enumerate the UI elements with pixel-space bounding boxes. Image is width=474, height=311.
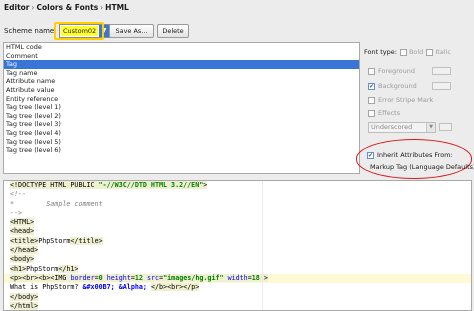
background-option: ✔ Background: [368, 82, 417, 90]
list-item[interactable]: Comment: [4, 52, 359, 61]
code-line[interactable]: <!DOCTYPE HTML PUBLIC "-//W3C//DTD HTML …: [4, 181, 471, 190]
foreground-label: Foreground: [378, 67, 416, 75]
code-line[interactable]: <h1>PhpStorm</h1>: [4, 264, 471, 274]
inherit-source-link[interactable]: Markup Tag (Language Defaults): [370, 163, 474, 171]
save-as-button[interactable]: Save As...: [109, 24, 154, 38]
error-stripe-checkbox[interactable]: [368, 96, 375, 104]
editor-lines: <!DOCTYPE HTML PUBLIC "-//W3C//DTD HTML …: [4, 181, 471, 310]
list-item[interactable]: Tag name: [4, 69, 359, 78]
list-item[interactable]: Entity reference: [4, 95, 359, 104]
code-line[interactable]: <head>: [4, 227, 471, 236]
background-color-swatch[interactable]: [432, 82, 451, 90]
chevron-down-icon[interactable]: ▼: [426, 123, 435, 132]
effect-color-swatch[interactable]: [439, 123, 452, 131]
background-label: Background: [378, 82, 417, 90]
code-line[interactable]: <body>: [4, 255, 471, 264]
list-item[interactable]: Attribute value: [4, 86, 359, 95]
effects-checkbox[interactable]: [368, 109, 375, 117]
breadcrumb-colors-fonts[interactable]: Colors & Fonts: [37, 3, 99, 12]
code-line[interactable]: What is PhpStorm? &#x00B7; &Alpha; </b><…: [4, 283, 471, 292]
right-margin-guide: [262, 181, 263, 310]
list-item[interactable]: Attribute name: [4, 77, 359, 86]
list-item[interactable]: Tag tree (level 1): [4, 103, 359, 112]
effect-type-select[interactable]: Underscored ▼: [368, 122, 436, 133]
code-line[interactable]: * Sample comment: [4, 200, 471, 209]
inherit-attributes-label: Inherit Attributes From:: [377, 151, 453, 159]
attributes-list[interactable]: HTML code Comment Tag Tag name Attribute…: [3, 42, 360, 174]
code-line[interactable]: <!--: [4, 190, 471, 199]
list-item-selected[interactable]: Tag: [4, 60, 359, 69]
list-item[interactable]: Tag tree (level 2): [4, 112, 359, 121]
attribute-options-panel: Font type: Bold Italic Foreground ✔ Back…: [364, 48, 470, 133]
code-line[interactable]: </head>: [4, 246, 471, 255]
error-stripe-label: Error Stripe Mark: [378, 96, 434, 104]
list-item[interactable]: Tag tree (level 3): [4, 120, 359, 129]
scheme-highlight-annotation: [54, 22, 104, 40]
breadcrumb-html: HTML: [105, 3, 129, 12]
effects-option: Effects: [368, 109, 400, 117]
foreground-checkbox[interactable]: [368, 67, 375, 75]
code-line[interactable]: <HTML>: [4, 218, 471, 227]
scheme-name-label: Scheme name:: [4, 27, 57, 35]
code-line[interactable]: -->: [4, 209, 471, 218]
code-line[interactable]: </html>: [4, 301, 471, 310]
foreground-color-swatch[interactable]: [432, 67, 451, 75]
inherit-attributes-checkbox[interactable]: ✔: [367, 151, 374, 159]
list-item[interactable]: Tag tree (level 4): [4, 129, 359, 138]
breadcrumb-editor[interactable]: Editor: [4, 3, 30, 12]
preview-editor[interactable]: <!DOCTYPE HTML PUBLIC "-//W3C//DTD HTML …: [3, 180, 472, 311]
error-stripe-option: Error Stripe Mark: [368, 96, 433, 104]
list-item[interactable]: Tag tree (level 5): [4, 138, 359, 147]
font-type-label: Font type:: [364, 48, 397, 56]
foreground-option: Foreground: [368, 67, 415, 75]
effect-type-value: Underscored: [371, 123, 413, 131]
list-item[interactable]: Tag tree (level 6): [4, 146, 359, 155]
effects-label: Effects: [378, 109, 401, 117]
breadcrumb-separator: ›: [100, 3, 104, 12]
bold-label: Bold: [408, 48, 424, 56]
breadcrumb: Editor › Colors & Fonts › HTML: [4, 3, 129, 12]
bold-checkbox[interactable]: [399, 48, 407, 56]
background-checkbox[interactable]: ✔: [368, 82, 375, 90]
list-item[interactable]: HTML code: [4, 43, 359, 52]
italic-checkbox[interactable]: [426, 48, 434, 56]
code-line[interactable]: </body>: [4, 292, 471, 302]
code-line[interactable]: <p><br><b><IMG border=0 height=12 src="i…: [4, 273, 471, 284]
breadcrumb-separator: ›: [31, 3, 35, 12]
italic-label: Italic: [435, 48, 451, 56]
delete-button[interactable]: Delete: [157, 24, 189, 38]
inherit-attributes: ✔ Inherit Attributes From: Markup Tag (L…: [367, 151, 474, 171]
code-line[interactable]: <title>PhpStorm</title>: [4, 236, 471, 246]
font-type-row: Font type: Bold Italic: [364, 48, 470, 56]
